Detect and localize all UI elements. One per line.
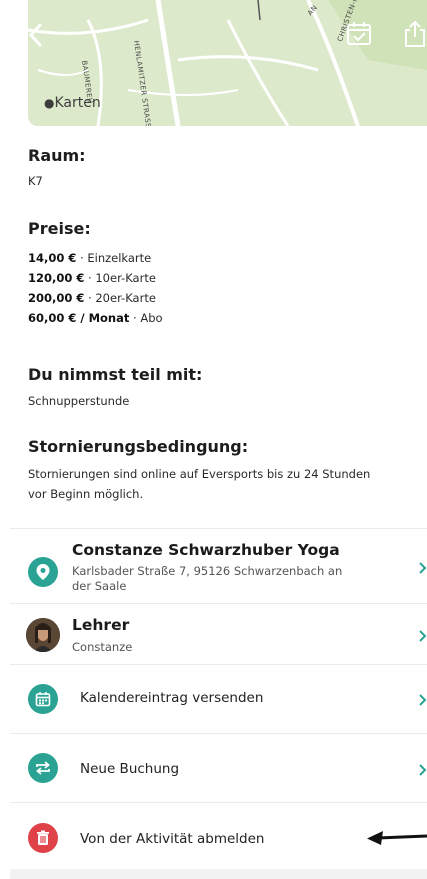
chevron-right-icon: [419, 562, 427, 574]
new-booking-row[interactable]: Neue Buchung: [10, 734, 427, 802]
teacher-name: Constanze: [72, 640, 133, 654]
price-item: 14,00 € · Einzelkarte: [28, 251, 152, 265]
cancellation-section: Stornierungsbedingung: Stornierungen sin…: [28, 437, 370, 504]
prices-section: Preise: 14,00 € · Einzelkarte 120,00 € ·…: [28, 219, 163, 328]
room-heading: Raum:: [28, 146, 86, 165]
share-icon: [405, 20, 425, 47]
studio-address: Karlsbader Straße 7, 95126 Schwarzenbach…: [72, 564, 343, 593]
trash-icon: [28, 823, 58, 853]
participation-value: Schnupperstunde: [28, 394, 130, 408]
chevron-right-icon: [419, 694, 427, 706]
location-pin-icon: [28, 557, 58, 587]
chevron-left-icon: [28, 23, 42, 47]
chevron-right-icon: [419, 764, 427, 776]
share-button[interactable]: [403, 20, 427, 48]
price-item: 60,00 € / Monat · Abo: [28, 311, 163, 325]
cancellation-text-line: vor Beginn möglich.: [28, 487, 144, 501]
bottom-bar: [10, 869, 427, 879]
teacher-avatar: [26, 618, 60, 652]
price-item: 200,00 € · 20er-Karte: [28, 291, 156, 305]
cancellation-text-line: Stornierungen sind online auf Eversports…: [28, 467, 371, 481]
location-map[interactable]: HENLAMITZER STRASSE BAUMEREU CHRISTEN-H …: [28, 0, 427, 126]
studio-location-row[interactable]: Constanze Schwarzhuber Yoga Karlsbader S…: [10, 529, 427, 603]
add-to-calendar-button[interactable]: [346, 20, 374, 48]
apple-logo-icon: ●: [44, 96, 55, 110]
prices-heading: Preise:: [28, 219, 91, 238]
price-list: 14,00 € · Einzelkarte 120,00 € · 10er-Ka…: [28, 248, 163, 328]
calendar-check-icon: [347, 22, 371, 45]
unsubscribe-row[interactable]: Von der Aktivität abmelden: [10, 803, 427, 869]
calendar-icon: [28, 684, 58, 714]
cancellation-heading: Stornierungsbedingung:: [28, 437, 249, 456]
participation-heading: Du nimmst teil mit:: [28, 365, 203, 384]
unsubscribe-label: Von der Aktivität abmelden: [80, 831, 265, 847]
participation-section: Du nimmst teil mit: Schnupperstunde: [28, 365, 202, 411]
room-value: K7: [28, 174, 43, 188]
send-calendar-entry-label: Kalendereintrag versenden: [80, 690, 264, 706]
maps-brand-logo: ●Karten: [44, 95, 101, 111]
annotation-arrow-icon: [367, 831, 427, 845]
send-calendar-entry-row[interactable]: Kalendereintrag versenden: [10, 665, 427, 733]
teacher-title: Lehrer: [72, 616, 130, 634]
price-item: 120,00 € · 10er-Karte: [28, 271, 156, 285]
repeat-icon: [28, 753, 58, 783]
new-booking-label: Neue Buchung: [80, 761, 180, 777]
chevron-right-icon: [419, 630, 427, 642]
studio-name: Constanze Schwarzhuber Yoga: [72, 541, 340, 559]
teacher-row[interactable]: Lehrer Constanze: [10, 604, 427, 664]
back-button[interactable]: [28, 22, 54, 50]
room-section: Raum: K7: [28, 146, 86, 191]
